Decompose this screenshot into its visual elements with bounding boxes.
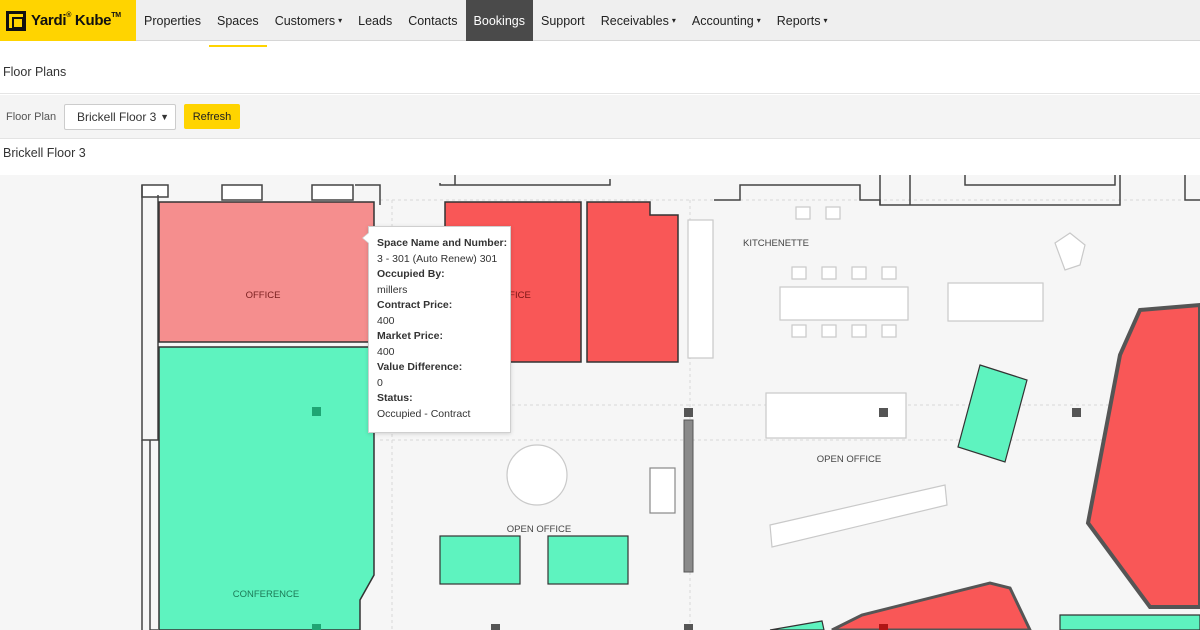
label-office-1: OFFICE [246, 290, 281, 301]
nav-item-support[interactable]: Support [533, 0, 593, 41]
nav-item-customers[interactable]: Customers ▾ [267, 0, 350, 41]
nav-item-receivables[interactable]: Receivables ▾ [593, 0, 684, 41]
tooltip-status-value: Occupied - Contract [377, 407, 471, 420]
tooltip-market-value: 400 [377, 345, 395, 358]
floor-plan-label: Floor Plan [6, 111, 57, 123]
logo-registered: ® [66, 12, 72, 19]
label-kitchenette: KITCHENETTE [743, 238, 809, 249]
refresh-button[interactable]: Refresh [184, 104, 240, 129]
nav-menu: Properties Spaces Customers ▾ Leads Conta… [136, 0, 836, 47]
space-office-bottom[interactable] [831, 581, 1032, 630]
floor-plan-drawing: OFFICE FICE KITCHENETTE OPEN OFFICE OPEN… [141, 175, 1200, 630]
label-open-office-1: OPEN OFFICE [817, 454, 881, 465]
space-desk-1[interactable] [439, 535, 521, 585]
label-office-2: FICE [509, 290, 531, 301]
column-marker [312, 624, 321, 630]
floor-plan-select-value: Brickell Floor 3 [77, 110, 157, 124]
yardi-kube-logo[interactable]: Yardi® KubeTM [0, 0, 136, 41]
chevron-down-icon: ▾ [756, 16, 761, 25]
floor-plan-title: Brickell Floor 3 [3, 146, 86, 160]
tooltip-occupied-label: Occupied By: [377, 268, 445, 281]
tooltip-name-value: 3 - 301 (Auto Renew) 301 [377, 252, 498, 265]
space-desk-4[interactable] [1059, 614, 1200, 630]
label-open-office-2: OPEN OFFICE [507, 524, 571, 535]
page-header: Floor Plans [0, 47, 1200, 94]
floor-plan-select[interactable]: Brickell Floor 3 ▼ [64, 104, 176, 130]
floor-plan-canvas: OFFICE FICE KITCHENETTE OPEN OFFICE OPEN… [0, 175, 1200, 630]
tooltip-contract-label: Contract Price: [377, 299, 453, 312]
chevron-down-icon: ▾ [823, 16, 828, 25]
logo-product: Kube [74, 12, 112, 29]
tooltip-name-label: Space Name and Number: [377, 237, 508, 249]
tooltip-contract-value: 400 [377, 314, 395, 327]
logo-text: Yardi [31, 12, 67, 29]
nav-item-bookings[interactable]: Bookings [465, 0, 533, 41]
tooltip-market-label: Market Price: [377, 330, 443, 343]
space-conference[interactable] [158, 346, 375, 630]
tooltip-diff-label: Value Difference: [377, 361, 463, 374]
space-tooltip: Space Name and Number: 3 - 301 (Auto Ren… [362, 226, 511, 433]
space-desk-5[interactable] [769, 620, 825, 630]
chevron-down-icon: ▾ [671, 16, 676, 25]
logo-trademark: TM [111, 12, 121, 19]
chevron-down-icon: ▾ [338, 16, 343, 25]
tooltip-status-label: Status: [377, 392, 413, 405]
partition-wall [683, 419, 694, 573]
nav-item-leads[interactable]: Leads [350, 0, 400, 41]
label-conference: CONFERENCE [233, 589, 300, 600]
space-office-large[interactable] [1085, 302, 1200, 609]
space-office-301[interactable] [158, 201, 375, 343]
nav-item-reports[interactable]: Reports ▾ [769, 0, 836, 41]
space-desk-2[interactable] [547, 535, 629, 585]
column-marker [312, 407, 321, 416]
nav-item-properties[interactable]: Properties [136, 0, 209, 41]
column-marker [879, 624, 888, 630]
chevron-down-icon: ▼ [160, 112, 169, 122]
tooltip-diff-value: 0 [377, 376, 383, 389]
space-desk-3[interactable] [957, 364, 1028, 463]
top-navbar: Yardi® KubeTM Properties Spaces Customer… [0, 0, 1200, 47]
space-office-303[interactable] [586, 201, 679, 363]
page-title: Floor Plans [3, 65, 67, 79]
filter-bar: Floor Plan Brickell Floor 3 ▼ [0, 95, 1200, 139]
logo-mark-icon [6, 10, 26, 31]
nav-item-contacts[interactable]: Contacts [400, 0, 465, 41]
nav-item-spaces[interactable]: Spaces [208, 0, 267, 47]
nav-item-accounting[interactable]: Accounting ▾ [684, 0, 769, 41]
tooltip-occupied-value: millers [377, 283, 408, 296]
